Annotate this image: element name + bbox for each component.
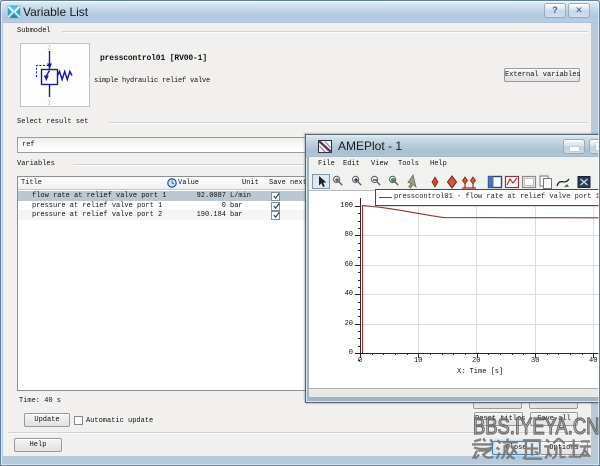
svg-text:2: 2: [47, 45, 51, 53]
svg-text:1: 1: [47, 100, 51, 107]
